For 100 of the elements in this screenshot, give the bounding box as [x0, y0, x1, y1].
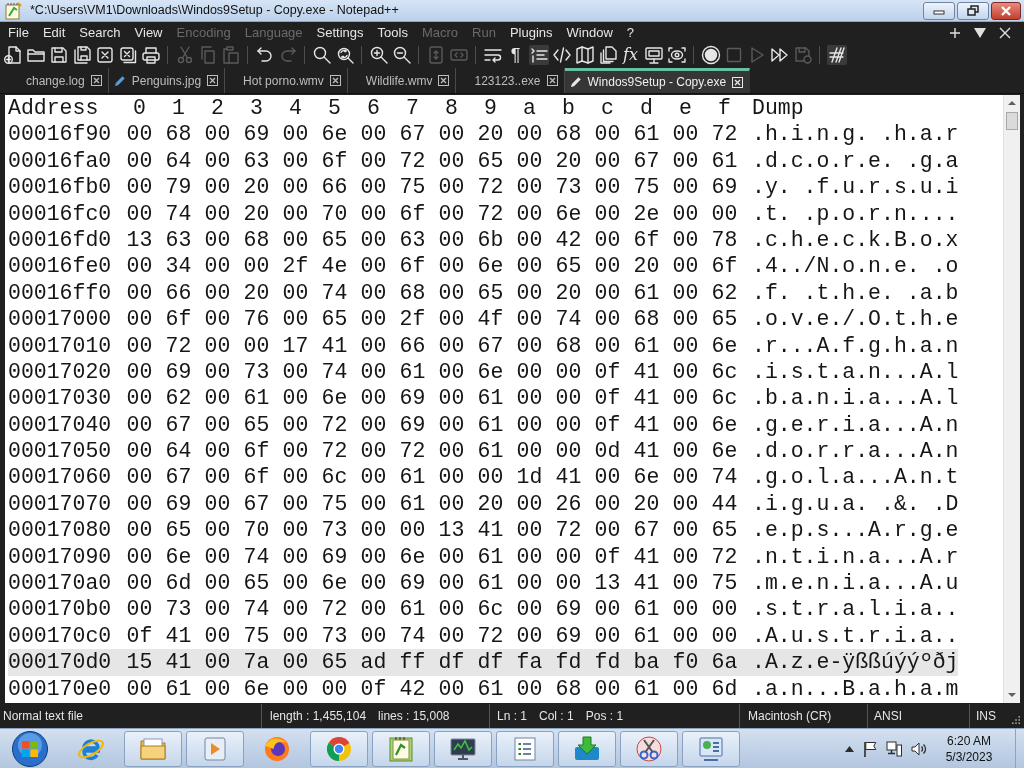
zoom-in-icon[interactable]: [368, 44, 389, 65]
zoom-out-icon[interactable]: [391, 44, 412, 65]
menu-item[interactable]: File: [1, 22, 36, 43]
hex-byte: 2f: [281, 253, 310, 280]
hex-byte: 6f: [242, 464, 271, 491]
hex-byte: 00: [281, 358, 310, 386]
resize-grip-icon[interactable]: [1012, 715, 1020, 725]
file-tab[interactable]: Penguins.jpg: [108, 68, 226, 93]
floppy-disks-icon[interactable]: [71, 44, 92, 65]
close-file-icon[interactable]: [94, 44, 115, 65]
column-header: 3: [249, 95, 264, 122]
camera-eye-icon[interactable]: [666, 44, 687, 65]
hex-byte: 7a: [242, 649, 271, 676]
hex-byte: 00: [281, 490, 310, 518]
hex-byte: 65: [320, 649, 349, 676]
hex-byte: 00: [515, 226, 544, 254]
hex-byte: 00: [203, 649, 232, 676]
menu-item[interactable]: Edit: [35, 22, 73, 43]
stacked-pages-icon[interactable]: [597, 44, 618, 65]
show-all-characters-button[interactable]: ¶: [505, 44, 526, 65]
plus-icon[interactable]: [949, 26, 961, 39]
start-orb-icon[interactable]: [11, 729, 49, 768]
hex-byte: 6e: [476, 253, 505, 280]
close-icon[interactable]: [438, 75, 450, 86]
hex-byte: 00: [125, 385, 154, 412]
menu-item[interactable]: Window: [559, 22, 620, 43]
hex-byte: 20: [632, 253, 661, 280]
triangle-down-icon[interactable]: [974, 26, 986, 39]
scrollbar-thumb[interactable]: [1006, 112, 1018, 130]
close-icon[interactable]: [207, 75, 219, 86]
taskbar-button[interactable]: [434, 730, 492, 767]
menu-item[interactable]: ?: [619, 22, 642, 43]
hex-byte: 00: [437, 411, 466, 439]
hatch-pattern-icon[interactable]: [826, 44, 847, 65]
hex-byte: 20: [476, 490, 505, 518]
code-tag-icon[interactable]: [551, 44, 572, 65]
computer-icon[interactable]: [886, 740, 902, 757]
close-button[interactable]: [991, 1, 1021, 20]
close-icon[interactable]: [546, 75, 558, 86]
restore-button[interactable]: [957, 1, 989, 20]
hex-byte: 00: [515, 200, 544, 227]
file-tab[interactable]: 123123..exe: [456, 68, 565, 93]
menu-item[interactable]: Settings: [309, 22, 371, 43]
up-triangle-icon[interactable]: [845, 745, 854, 752]
column-header: d: [639, 95, 654, 122]
search-icon[interactable]: [311, 44, 332, 65]
file-tab[interactable]: Wildlife.wmv: [347, 68, 457, 93]
hex-byte: 0f: [593, 385, 622, 412]
hex-byte: 70: [320, 200, 349, 227]
ascii-dump-text: .a.n...B.a.h.a.m: [751, 675, 958, 702]
map-icon[interactable]: [574, 44, 595, 65]
hex-byte: 20: [242, 200, 271, 227]
menu-item[interactable]: Plugins: [502, 22, 560, 43]
close-icon[interactable]: [999, 26, 1011, 39]
close-all-icon[interactable]: [117, 44, 138, 65]
column-header: f: [717, 95, 732, 122]
offset-address: 000170e0: [8, 675, 113, 702]
hex-byte: 00: [281, 517, 310, 544]
hex-byte: 6b: [476, 226, 505, 254]
hex-byte: 34: [164, 253, 193, 280]
file-tab[interactable]: change.log: [8, 68, 109, 93]
hex-byte: 6f: [242, 438, 271, 465]
speaker-icon[interactable]: [911, 740, 927, 757]
hex-byte: 69: [398, 570, 427, 597]
new-document-icon[interactable]: [2, 44, 23, 65]
indent-lines-icon[interactable]: [528, 44, 549, 65]
record-icon[interactable]: [700, 44, 721, 65]
file-tab[interactable]: Hot porno.wmv: [225, 68, 348, 93]
hex-byte: 00: [554, 358, 583, 386]
hex-byte: 00: [554, 438, 583, 465]
hex-byte: 00: [437, 385, 466, 412]
file-tab[interactable]: Windos9Setup - Copy.exe: [564, 68, 751, 93]
flag-icon[interactable]: [863, 740, 877, 757]
restore-icon: [967, 4, 979, 17]
taskbar-button[interactable]: [620, 730, 678, 767]
hex-byte: 26: [554, 490, 583, 518]
monitor-icon[interactable]: [643, 44, 664, 65]
hex-byte: 41: [554, 464, 583, 491]
menu-item[interactable]: View: [127, 22, 170, 43]
hex-byte: 72: [710, 543, 739, 571]
hex-byte: 17: [281, 332, 310, 359]
hex-byte: 41: [320, 332, 349, 359]
notepad-app-icon: [4, 1, 22, 20]
hex-byte: 00: [671, 543, 700, 571]
close-icon[interactable]: [329, 75, 341, 86]
vertical-scrollbar[interactable]: [1003, 95, 1020, 703]
menu-item[interactable]: Tools: [370, 22, 415, 43]
hex-byte: 00: [125, 411, 154, 439]
minimize-button[interactable]: [923, 1, 955, 20]
ascii-dump-text: .n.t.i.n.a...A.r: [751, 543, 958, 571]
taskbar-button[interactable]: [682, 730, 740, 767]
printer-icon[interactable]: [140, 44, 161, 65]
menu-item[interactable]: Search: [72, 22, 128, 43]
hex-byte: 00: [359, 411, 388, 439]
function-list-button[interactable]: fx: [620, 44, 641, 65]
hex-byte: 00: [281, 174, 310, 201]
hex-byte: 61: [398, 358, 427, 386]
hex-byte: 00: [671, 253, 700, 280]
close-icon[interactable]: [90, 75, 102, 86]
clock[interactable]: 6:20 AM 5/3/2023: [936, 732, 1002, 765]
